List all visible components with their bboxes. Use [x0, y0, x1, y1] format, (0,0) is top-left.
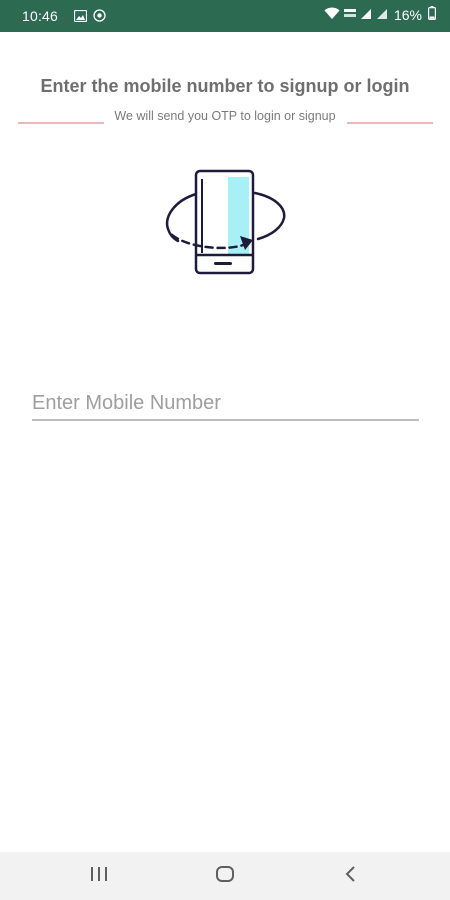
recents-button[interactable] — [69, 852, 129, 900]
signal-icon-2 — [376, 7, 388, 23]
status-time: 10:46 — [22, 8, 59, 24]
data-saver-icon — [93, 9, 106, 25]
system-icons: 16% — [324, 6, 437, 23]
recents-icon — [89, 865, 109, 888]
back-button[interactable] — [321, 852, 381, 900]
back-icon — [341, 865, 361, 888]
subtitle: We will send you OTP to login or signup — [114, 109, 336, 123]
battery-icon — [428, 6, 437, 23]
divider-left — [18, 122, 104, 124]
navigation-bar — [0, 852, 450, 900]
gallery-icon — [73, 9, 88, 25]
phone-rotate-icon — [160, 165, 290, 280]
mobile-number-input[interactable] — [32, 387, 419, 421]
signal-icon — [360, 7, 372, 23]
wifi-icon — [324, 7, 340, 23]
status-bar: 10:46 16% — [0, 0, 450, 32]
notification-icons — [73, 9, 106, 25]
volte-icon — [343, 7, 356, 23]
home-button[interactable] — [195, 852, 255, 900]
battery-percent: 16% — [393, 6, 422, 23]
divider-right — [347, 122, 433, 124]
home-icon — [215, 865, 235, 888]
page-title: Enter the mobile number to signup or log… — [40, 76, 410, 96]
